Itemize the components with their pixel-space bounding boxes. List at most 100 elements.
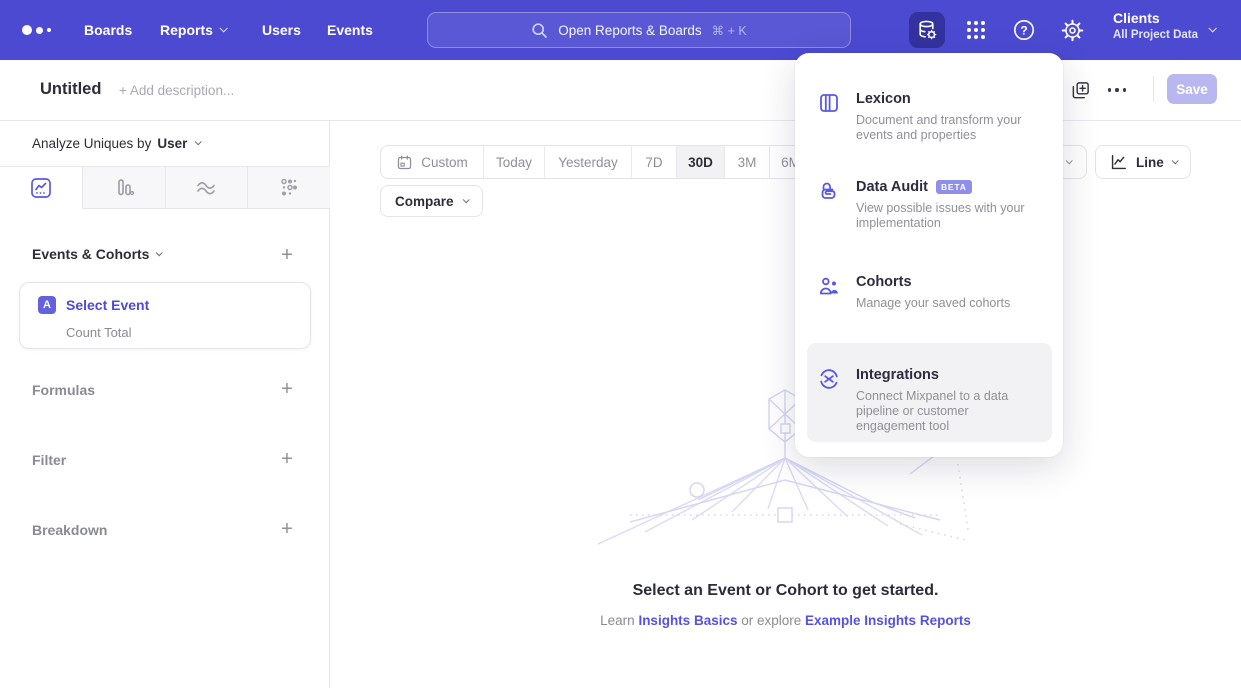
empty-state-title: Select an Event or Cohort to get started… [330, 582, 1241, 600]
chevron-down-icon [156, 249, 163, 256]
more-options-button[interactable] [1101, 74, 1133, 106]
formulas-section-label: Formulas [32, 382, 95, 398]
menu-item-description: Connect Mixpanel to a data pipeline or c… [856, 389, 1028, 434]
compare-dropdown[interactable]: Compare [380, 185, 483, 217]
line-chart-icon [29, 176, 53, 200]
empty-state-prefix: Learn [600, 613, 638, 628]
bar-chart-icon [112, 176, 136, 200]
settings-button[interactable] [1054, 12, 1090, 48]
example-reports-link[interactable]: Example Insights Reports [805, 613, 971, 628]
analyze-row: Analyze Uniques by User [0, 121, 330, 167]
menu-item-description: View possible issues with your implement… [856, 201, 1048, 231]
lexicon-book-icon [818, 92, 840, 114]
chart-type-dropdown[interactable]: Line [1095, 145, 1191, 179]
range-label: 7D [645, 155, 662, 170]
chevron-down-icon[interactable] [195, 138, 202, 145]
range-label: 3M [738, 155, 757, 170]
project-switcher[interactable]: Clients All Project Data [1113, 10, 1198, 41]
menu-item-cohorts[interactable]: Cohorts Manage your saved cohorts [818, 274, 1048, 311]
save-button[interactable]: Save [1167, 74, 1217, 104]
global-search-input[interactable]: Open Reports & Boards ⌘ + K [427, 12, 851, 48]
add-breakdown-button[interactable]: + [276, 518, 298, 540]
select-event-label[interactable]: Select Event [66, 297, 149, 313]
chart-type-tabs [0, 167, 330, 209]
svg-text:?: ? [1020, 23, 1027, 37]
search-icon [531, 22, 548, 39]
range-today[interactable]: Today [483, 146, 544, 178]
range-3m[interactable]: 3M [724, 146, 769, 178]
analyze-value-dropdown[interactable]: User [157, 136, 187, 151]
empty-state-middle: or explore [737, 613, 805, 628]
events-cohorts-label: Events & Cohorts [32, 246, 149, 262]
help-button[interactable]: ? [1006, 12, 1042, 48]
analyze-label: Analyze Uniques by [32, 136, 151, 151]
menu-item-integrations[interactable]: Integrations Connect Mixpanel to a data … [818, 367, 1048, 434]
count-total-label[interactable]: Count Total [66, 325, 132, 340]
menu-item-description: Document and transform your events and p… [856, 113, 1022, 143]
menu-item-title: Cohorts [856, 274, 1010, 290]
database-gear-icon [915, 18, 939, 42]
range-7d[interactable]: 7D [631, 146, 676, 178]
project-name: Clients [1113, 10, 1198, 26]
nav-item-label: Users [262, 22, 301, 38]
tab-insights-line[interactable] [0, 167, 83, 209]
ellipsis-icon [1108, 88, 1127, 92]
query-sidebar: Analyze Uniques by User [0, 121, 330, 688]
data-audit-icon [818, 180, 840, 202]
tab-flow[interactable] [166, 167, 249, 209]
tab-scatter[interactable] [248, 167, 330, 209]
copy-plus-icon [1070, 80, 1091, 101]
menu-item-data-audit[interactable]: Data Audit BETA View possible issues wit… [818, 179, 1048, 231]
insights-basics-link[interactable]: Insights Basics [638, 613, 737, 628]
range-30d-selected[interactable]: 30D [676, 146, 724, 178]
data-management-button[interactable] [909, 12, 945, 48]
add-formula-button[interactable]: + [276, 378, 298, 400]
duplicate-button[interactable] [1064, 74, 1096, 106]
empty-state-subtitle: Learn Insights Basics or explore Example… [330, 613, 1241, 628]
event-series-badge: A [38, 296, 56, 314]
apps-grid-button[interactable] [958, 12, 994, 48]
filter-section-label: Filter [32, 452, 66, 468]
range-label: Yesterday [558, 155, 618, 170]
tab-bar-chart[interactable] [83, 167, 166, 209]
chevron-down-icon [1208, 24, 1216, 32]
compare-label: Compare [395, 194, 454, 209]
calendar-icon [396, 154, 413, 171]
add-event-button[interactable]: + [276, 244, 298, 266]
add-filter-button[interactable]: + [276, 448, 298, 470]
range-label: Today [496, 155, 532, 170]
project-scope: All Project Data [1113, 29, 1198, 41]
menu-item-description: Manage your saved cohorts [856, 296, 1010, 311]
mixpanel-logo-icon[interactable] [22, 0, 51, 60]
range-yesterday[interactable]: Yesterday [544, 146, 631, 178]
events-cohorts-header[interactable]: Events & Cohorts [32, 246, 161, 262]
chevron-down-icon [1066, 157, 1073, 164]
top-navbar: Boards Reports Users Events Open Reports… [0, 0, 1241, 60]
breakdown-section-label: Breakdown [32, 522, 107, 538]
nav-item-users[interactable]: Users [262, 0, 301, 60]
search-shortcut: ⌘ + K [712, 23, 747, 38]
add-description-field[interactable]: + Add description... [119, 83, 234, 98]
grid-icon [967, 21, 985, 39]
dots-grid-icon [277, 176, 301, 200]
nav-item-label: Reports [160, 22, 213, 38]
divider [1153, 76, 1154, 102]
integrations-sync-icon [818, 368, 840, 390]
cohorts-people-icon [818, 275, 840, 297]
chart-type-label: Line [1136, 155, 1164, 170]
menu-item-title: Lexicon [856, 91, 1022, 107]
search-placeholder: Open Reports & Boards [558, 23, 701, 38]
nav-item-boards[interactable]: Boards [84, 0, 132, 60]
chevron-down-icon [219, 24, 227, 32]
menu-item-lexicon[interactable]: Lexicon Document and transform your even… [818, 91, 1048, 143]
event-card[interactable]: A Select Event Count Total [19, 282, 311, 349]
nav-item-events[interactable]: Events [327, 0, 373, 60]
nav-item-reports[interactable]: Reports [160, 0, 226, 60]
chevron-down-icon [462, 196, 469, 203]
range-label: Custom [421, 155, 468, 170]
flow-waves-icon [194, 176, 218, 200]
report-title[interactable]: Untitled [40, 80, 101, 99]
beta-badge: BETA [936, 180, 972, 194]
range-custom[interactable]: Custom [381, 146, 483, 178]
nav-item-label: Boards [84, 22, 132, 38]
